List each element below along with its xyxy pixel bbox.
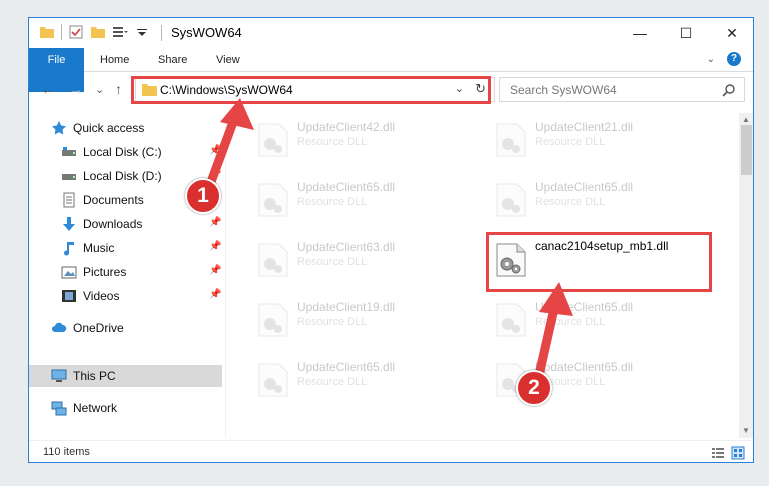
ribbon-expand-toggle[interactable]: ⌄ bbox=[707, 54, 715, 65]
scroll-up-icon[interactable]: ▲ bbox=[742, 115, 750, 124]
sidebar-item-music[interactable]: Music bbox=[61, 237, 221, 259]
scroll-down-icon[interactable]: ▼ bbox=[742, 426, 750, 435]
videos-icon bbox=[62, 290, 76, 302]
maximize-button[interactable]: ☐ bbox=[663, 18, 709, 48]
properties-icon[interactable] bbox=[68, 24, 84, 40]
file-name: UpdateClient65.dll bbox=[535, 180, 634, 194]
file-name: UpdateClient21.dll bbox=[535, 120, 634, 134]
dll-file-icon bbox=[258, 183, 288, 217]
sidebar-item-label: Documents bbox=[83, 193, 144, 207]
sidebar-item-label: Pictures bbox=[83, 265, 127, 279]
search-icon[interactable] bbox=[722, 83, 736, 97]
documents-icon bbox=[63, 192, 75, 208]
ribbon-tabs: File Home Share View ⌄ ? bbox=[29, 48, 753, 92]
file-type: Resource DLL bbox=[297, 376, 368, 388]
star-icon bbox=[52, 121, 66, 135]
file-item[interactable]: UpdateClient65.dll Resource DLL bbox=[249, 357, 459, 401]
help-icon[interactable]: ? bbox=[727, 52, 741, 66]
large-icons-view-icon[interactable] bbox=[731, 446, 745, 460]
title-divider bbox=[161, 25, 162, 41]
file-item[interactable]: UpdateClient63.dll Resource DLL bbox=[249, 237, 459, 281]
file-type: Resource DLL bbox=[297, 316, 368, 328]
pin-icon: 📌 bbox=[209, 265, 222, 276]
minimize-button[interactable]: — bbox=[617, 18, 663, 48]
file-name: UpdateClient63.dll bbox=[297, 240, 396, 254]
search-box[interactable]: Search SysWOW64 bbox=[499, 77, 745, 102]
details-view-icon[interactable] bbox=[711, 446, 725, 460]
back-button[interactable]: ← bbox=[41, 81, 55, 97]
quick-access-toolbar bbox=[39, 24, 150, 40]
sidebar-item-label: This PC bbox=[73, 369, 116, 383]
sidebar-item-label: Local Disk (C:) bbox=[83, 145, 162, 159]
tab-home[interactable]: Home bbox=[100, 48, 129, 72]
file-type: Resource DLL bbox=[535, 136, 606, 148]
search-input[interactable]: Search SysWOW64 bbox=[510, 83, 617, 97]
file-item[interactable]: UpdateClient65.dll Resource DLL bbox=[487, 177, 697, 221]
music-icon bbox=[64, 242, 74, 256]
dll-file-icon bbox=[258, 123, 288, 157]
up-button[interactable]: ↑ bbox=[115, 81, 122, 97]
file-name: UpdateClient19.dll bbox=[297, 300, 396, 314]
sidebar-item-downloads[interactable]: Downloads bbox=[61, 213, 221, 235]
folder-icon bbox=[40, 27, 54, 38]
file-type: Resource DLL bbox=[297, 196, 368, 208]
file-type: Resource DLL bbox=[535, 196, 606, 208]
file-name: UpdateClient42.dll bbox=[297, 120, 396, 134]
drive-icon bbox=[62, 174, 76, 180]
item-count: 110 items bbox=[43, 446, 90, 458]
tab-view[interactable]: View bbox=[216, 48, 240, 72]
sidebar-item-this-pc[interactable]: This PC bbox=[29, 365, 222, 387]
scroll-thumb[interactable] bbox=[741, 125, 752, 175]
title-bar: SysWOW64 — ☐ ✕ bbox=[29, 18, 753, 48]
dll-file-icon bbox=[496, 123, 526, 157]
toolbar-divider bbox=[61, 24, 62, 40]
drive-icon bbox=[62, 147, 76, 156]
download-icon bbox=[63, 217, 75, 231]
pin-icon: 📌 bbox=[209, 241, 222, 252]
toolbar-dropdown-icon[interactable] bbox=[134, 24, 150, 40]
tab-share[interactable]: Share bbox=[158, 48, 187, 72]
sidebar-item-label: OneDrive bbox=[73, 321, 124, 335]
pin-icon: 📌 bbox=[209, 217, 222, 228]
dll-file-icon bbox=[258, 303, 288, 337]
file-item[interactable]: UpdateClient42.dll Resource DLL bbox=[249, 117, 459, 161]
new-folder-icon[interactable] bbox=[90, 24, 106, 40]
status-bar: 110 items bbox=[29, 440, 753, 462]
file-name: UpdateClient65.dll bbox=[297, 360, 396, 374]
sidebar-item-label: Local Disk (D:) bbox=[83, 169, 162, 183]
sidebar-item-label: Music bbox=[83, 241, 115, 255]
pictures-icon bbox=[61, 266, 77, 279]
vertical-scrollbar[interactable]: ▲ ▼ bbox=[739, 113, 753, 438]
sidebar-item-label: Network bbox=[73, 401, 118, 415]
file-type: Resource DLL bbox=[297, 136, 368, 148]
file-item[interactable]: UpdateClient21.dll Resource DLL bbox=[487, 117, 697, 161]
callout-badge-2: 2 bbox=[516, 370, 552, 406]
file-item[interactable]: UpdateClient19.dll Resource DLL bbox=[249, 297, 459, 341]
cloud-icon bbox=[52, 322, 67, 332]
sidebar-item-network[interactable]: Network bbox=[51, 397, 221, 419]
pin-icon: 📌 bbox=[209, 289, 222, 300]
file-type: Resource DLL bbox=[297, 256, 368, 268]
dll-file-icon bbox=[258, 363, 288, 397]
sidebar-item-onedrive[interactable]: OneDrive bbox=[51, 317, 221, 339]
file-name: UpdateClient65.dll bbox=[297, 180, 396, 194]
dll-file-icon bbox=[258, 243, 288, 277]
customize-toolbar-icon[interactable] bbox=[112, 24, 128, 40]
sidebar-item-videos[interactable]: Videos bbox=[61, 285, 221, 307]
sidebar-item-label: Videos bbox=[83, 289, 120, 303]
sidebar-item-pictures[interactable]: Pictures bbox=[61, 261, 221, 283]
computer-icon bbox=[51, 369, 67, 382]
file-item[interactable]: UpdateClient65.dll Resource DLL bbox=[249, 177, 459, 221]
dll-file-icon bbox=[496, 183, 526, 217]
sidebar-item-label: Downloads bbox=[83, 217, 143, 231]
recent-locations-button[interactable]: ⌄ bbox=[95, 83, 104, 96]
callout-badge-1: 1 bbox=[185, 178, 221, 214]
window-title: SysWOW64 bbox=[171, 25, 242, 40]
close-button[interactable]: ✕ bbox=[709, 18, 753, 48]
forward-button[interactable]: → bbox=[69, 81, 83, 97]
sidebar-item-label: Quick access bbox=[73, 121, 145, 135]
address-bar-highlight bbox=[131, 76, 491, 104]
network-icon bbox=[51, 401, 67, 416]
